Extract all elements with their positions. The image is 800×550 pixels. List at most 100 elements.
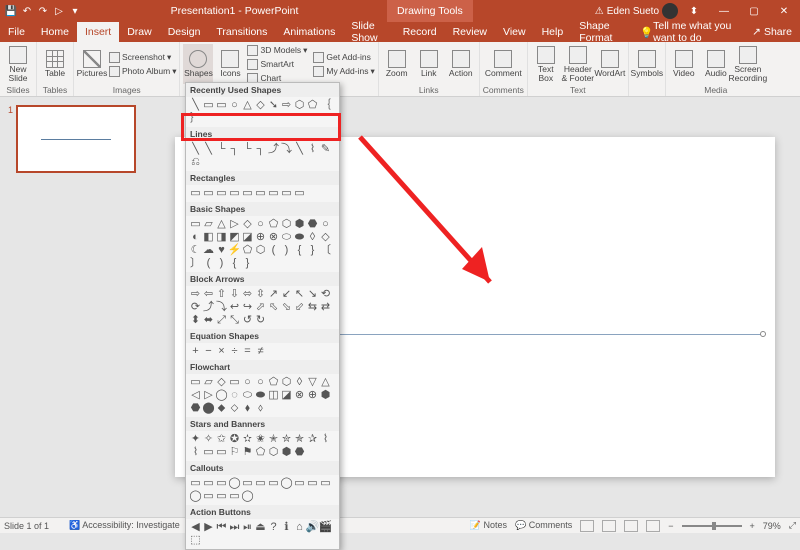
- shape-flow-26[interactable]: ⬧: [241, 402, 254, 415]
- shape-callout-14[interactable]: ▭: [228, 490, 241, 503]
- shape-arrow-23[interactable]: ⬌: [202, 314, 215, 327]
- close-button[interactable]: ✕: [770, 0, 798, 22]
- line-shape[interactable]: [325, 334, 763, 335]
- shape-arrow-14[interactable]: ↩: [228, 301, 241, 314]
- tab-slideshow[interactable]: Slide Show: [343, 22, 394, 42]
- shape-basic-22[interactable]: ☾: [189, 244, 202, 257]
- shape-arrow-9[interactable]: ↘: [306, 288, 319, 301]
- shape-arrow-10[interactable]: ⟲: [319, 288, 332, 301]
- normal-view-icon[interactable]: [580, 520, 594, 532]
- shape-star-5[interactable]: ✬: [254, 433, 267, 446]
- shape-basic-10[interactable]: ○: [319, 218, 332, 231]
- shape-flow-11[interactable]: ◁: [189, 389, 202, 402]
- shape-recent-1[interactable]: ▭: [202, 99, 215, 112]
- shape-flow-25[interactable]: ⬦: [228, 402, 241, 415]
- shape-line-1[interactable]: ╲: [202, 143, 215, 156]
- shape-basic-19[interactable]: ⬬: [293, 231, 306, 244]
- shape-flow-21[interactable]: ⬢: [319, 389, 332, 402]
- shape-callout-0[interactable]: ▭: [189, 477, 202, 490]
- shape-recent-3[interactable]: ○: [228, 99, 241, 112]
- shape-basic-21[interactable]: ◇: [319, 231, 332, 244]
- pictures-button[interactable]: Pictures: [77, 44, 107, 84]
- shape-arrow-12[interactable]: ⤴: [202, 301, 215, 314]
- redo-icon[interactable]: ↷: [36, 4, 50, 18]
- shape-arrow-4[interactable]: ⬄: [241, 288, 254, 301]
- shape-rect-1[interactable]: ▭: [202, 187, 215, 200]
- shape-arrow-24[interactable]: ⤢: [215, 314, 228, 327]
- tab-home[interactable]: Home: [33, 22, 77, 42]
- shape-line-7[interactable]: ⤵: [280, 143, 293, 156]
- shape-basic-6[interactable]: ⬠: [267, 218, 280, 231]
- shape-star-7[interactable]: ✮: [280, 433, 293, 446]
- textbox-button[interactable]: Text Box: [531, 44, 561, 84]
- shape-action-8[interactable]: ⌂: [293, 521, 306, 534]
- shape-recent-6[interactable]: ➘: [267, 99, 280, 112]
- shape-callout-7[interactable]: ◯: [280, 477, 293, 490]
- shape-eq-0[interactable]: +: [189, 345, 202, 358]
- shape-recent-5[interactable]: ◇: [254, 99, 267, 112]
- maximize-button[interactable]: ▢: [740, 0, 768, 22]
- get-addins-button[interactable]: Get Add-ins: [313, 51, 374, 64]
- shape-arrow-26[interactable]: ↺: [241, 314, 254, 327]
- shape-callout-5[interactable]: ▭: [254, 477, 267, 490]
- shape-arrow-8[interactable]: ↖: [293, 288, 306, 301]
- shape-arrow-0[interactable]: ⇨: [189, 288, 202, 301]
- shape-star-16[interactable]: ⬠: [254, 446, 267, 459]
- minimize-button[interactable]: —: [710, 0, 738, 22]
- shape-arrow-11[interactable]: ⟳: [189, 301, 202, 314]
- shape-callout-3[interactable]: ◯: [228, 477, 241, 490]
- shape-basic-30[interactable]: {: [293, 244, 306, 257]
- link-button[interactable]: Link: [414, 44, 444, 84]
- shape-callout-9[interactable]: ▭: [306, 477, 319, 490]
- my-addins-button[interactable]: My Add-ins▾: [313, 65, 374, 78]
- tab-record[interactable]: Record: [395, 22, 445, 42]
- shape-line-2[interactable]: └: [215, 143, 228, 156]
- shape-star-0[interactable]: ✦: [189, 433, 202, 446]
- shape-arrow-3[interactable]: ⇩: [228, 288, 241, 301]
- shape-callout-11[interactable]: ◯: [189, 490, 202, 503]
- shape-flow-22[interactable]: ⬣: [189, 402, 202, 415]
- shape-arrow-1[interactable]: ⇦: [202, 288, 215, 301]
- tell-me[interactable]: 💡 Tell me what you want to do: [632, 22, 744, 42]
- shape-flow-16[interactable]: ⬬: [254, 389, 267, 402]
- accessibility-checker[interactable]: ♿ Accessibility: Investigate: [69, 520, 180, 531]
- shape-star-8[interactable]: ✯: [293, 433, 306, 446]
- shape-basic-16[interactable]: ⊕: [254, 231, 267, 244]
- shape-flow-24[interactable]: ⬥: [215, 402, 228, 415]
- zoom-out-button[interactable]: −: [668, 521, 673, 531]
- selection-handle-end[interactable]: [760, 331, 766, 337]
- shape-basic-36[interactable]: {: [228, 257, 241, 270]
- shape-basic-11[interactable]: ◐: [189, 231, 202, 244]
- wordart-button[interactable]: WordArt: [595, 44, 625, 84]
- fit-to-window-icon[interactable]: ⤢: [789, 520, 796, 531]
- shape-flow-27[interactable]: ⬨: [254, 402, 267, 415]
- shape-star-10[interactable]: ⌇: [319, 433, 332, 446]
- zoom-button[interactable]: Zoom: [382, 44, 412, 84]
- shape-line-9[interactable]: ⌇: [306, 143, 319, 156]
- shape-action-2[interactable]: ⏮: [215, 521, 228, 534]
- save-icon[interactable]: 💾: [4, 4, 18, 18]
- slideshow-view-icon[interactable]: [646, 520, 660, 532]
- header-footer-button[interactable]: Header & Footer: [563, 44, 593, 84]
- shape-flow-1[interactable]: ▱: [202, 376, 215, 389]
- shape-star-18[interactable]: ⬢: [280, 446, 293, 459]
- shape-callout-10[interactable]: ▭: [319, 477, 332, 490]
- table-button[interactable]: Table: [40, 44, 70, 84]
- shape-action-1[interactable]: ▶: [202, 521, 215, 534]
- shape-arrow-18[interactable]: ⬂: [280, 301, 293, 314]
- shape-basic-33[interactable]: 〕: [189, 257, 202, 270]
- tab-review[interactable]: Review: [445, 22, 495, 42]
- shape-callout-1[interactable]: ▭: [202, 477, 215, 490]
- shape-recent-7[interactable]: ⇨: [280, 99, 293, 112]
- shape-arrow-22[interactable]: ⬍: [189, 314, 202, 327]
- shape-line-5[interactable]: ┐: [254, 143, 267, 156]
- shape-arrow-17[interactable]: ⬁: [267, 301, 280, 314]
- video-button[interactable]: Video: [669, 44, 699, 84]
- shape-flow-9[interactable]: ▽: [306, 376, 319, 389]
- shape-arrow-27[interactable]: ↻: [254, 314, 267, 327]
- shape-basic-35[interactable]: ): [215, 257, 228, 270]
- screenshot-button[interactable]: Screenshot▾: [109, 51, 176, 64]
- shape-arrow-6[interactable]: ↗: [267, 288, 280, 301]
- shape-rect-7[interactable]: ▭: [280, 187, 293, 200]
- action-button[interactable]: Action: [446, 44, 476, 84]
